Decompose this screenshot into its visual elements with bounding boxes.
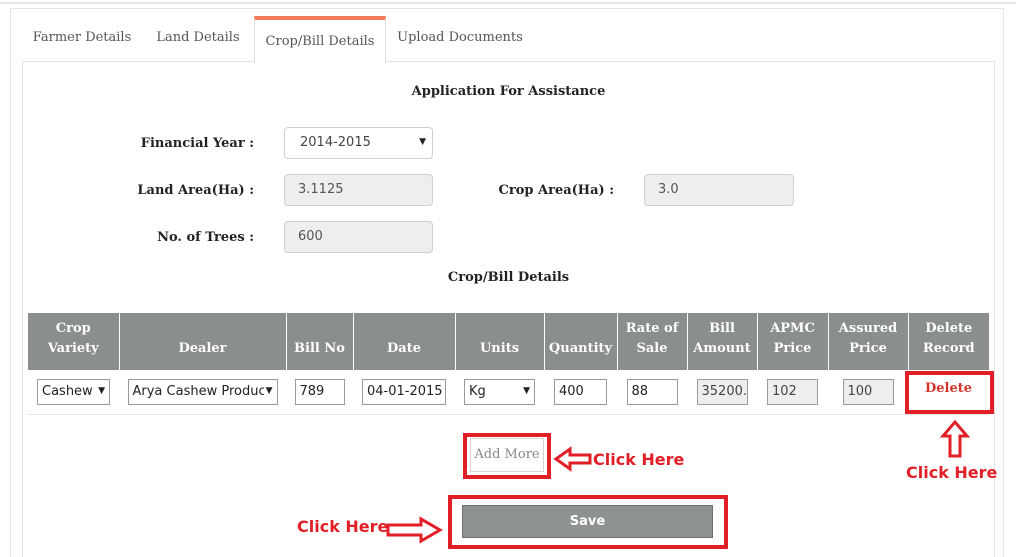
header-apmc-price: APMC Price [757, 313, 829, 370]
header-quantity: Quantity [544, 313, 618, 370]
trees-label: No. of Trees : [157, 230, 254, 245]
financial-year-value: 2014-2015 [300, 135, 371, 150]
tab-label: Crop/Bill Details [265, 34, 375, 49]
crop-bill-section-title: Crop/Bill Details [447, 270, 570, 285]
dealer-select[interactable]: Arya Cashew Produc ▼ [127, 378, 278, 405]
save-button[interactable]: Save [462, 505, 713, 538]
add-more-callout: Click Here [593, 450, 685, 469]
tab-crop-bill-details[interactable]: Crop/Bill Details [254, 16, 386, 63]
save-callout: Click Here [297, 517, 389, 536]
header-date: Date [353, 313, 456, 370]
chevron-down-icon: ▼ [96, 385, 105, 396]
delete-callout: Click Here [906, 463, 998, 482]
header-rate-of-sale: Rate of Sale [617, 313, 688, 370]
top-divider [0, 2, 1016, 4]
table-header-row: Crop Variety Dealer Bill No Date Units Qu… [28, 313, 989, 370]
land-area-field: 3.1125 [284, 174, 433, 206]
header-dealer: Dealer [119, 313, 287, 370]
tab-label: Upload Documents [397, 30, 523, 45]
add-more-highlight-box [463, 433, 551, 479]
tab-upload-documents[interactable]: Upload Documents [386, 16, 534, 62]
header-delete-record: Delete Record [908, 313, 989, 370]
arrow-right-icon [386, 516, 443, 544]
tab-land-details[interactable]: Land Details [142, 16, 254, 62]
tab-label: Farmer Details [32, 30, 132, 45]
chevron-down-icon: ▼ [419, 137, 426, 147]
header-assured-price: Assured Price [828, 313, 909, 370]
arrow-left-icon [553, 446, 592, 472]
bill-no-input[interactable]: 789 [294, 378, 345, 405]
crop-variety-select[interactable]: Cashew ▼ [37, 378, 110, 405]
quantity-input[interactable]: 400 [554, 378, 607, 405]
crop-area-value: 3.0 [658, 182, 679, 197]
assured-price-field: 100 [842, 378, 894, 405]
form-title: Application For Assistance [411, 84, 606, 99]
arrow-up-icon [940, 419, 970, 458]
chevron-down-icon: ▼ [521, 385, 530, 396]
units-select[interactable]: Kg ▼ [464, 378, 535, 405]
apmc-price-field: 102 [767, 378, 818, 405]
date-input[interactable]: 04-01-2015 [362, 378, 446, 405]
rate-of-sale-input[interactable]: 88 [626, 378, 678, 405]
land-area-label: Land Area(Ha) : [137, 183, 254, 198]
tab-label: Land Details [156, 30, 240, 45]
table-row: Cashew ▼ Arya Cashew Produc ▼ 789 04-01-20… [28, 370, 989, 415]
crop-area-label: Crop Area(Ha) : [498, 183, 614, 198]
header-units: Units [455, 313, 545, 370]
header-bill-no: Bill No [286, 313, 354, 370]
delete-highlight-box [905, 371, 994, 414]
crop-bill-table: Crop Variety Dealer Bill No Date Units Qu… [28, 313, 989, 415]
land-area-value: 3.1125 [298, 182, 344, 197]
header-bill-amount: Bill Amount [687, 313, 758, 370]
bill-amount-field: 35200.0 [696, 378, 748, 405]
crop-area-field: 3.0 [644, 174, 794, 206]
tab-farmer-details[interactable]: Farmer Details [22, 16, 142, 62]
trees-field: 600 [284, 221, 433, 253]
trees-value: 600 [298, 229, 323, 244]
chevron-down-icon: ▼ [263, 385, 273, 396]
financial-year-label: Financial Year : [140, 136, 254, 151]
header-crop-variety: Crop Variety [28, 313, 120, 370]
financial-year-select[interactable]: 2014-2015 ▼ [284, 127, 433, 159]
